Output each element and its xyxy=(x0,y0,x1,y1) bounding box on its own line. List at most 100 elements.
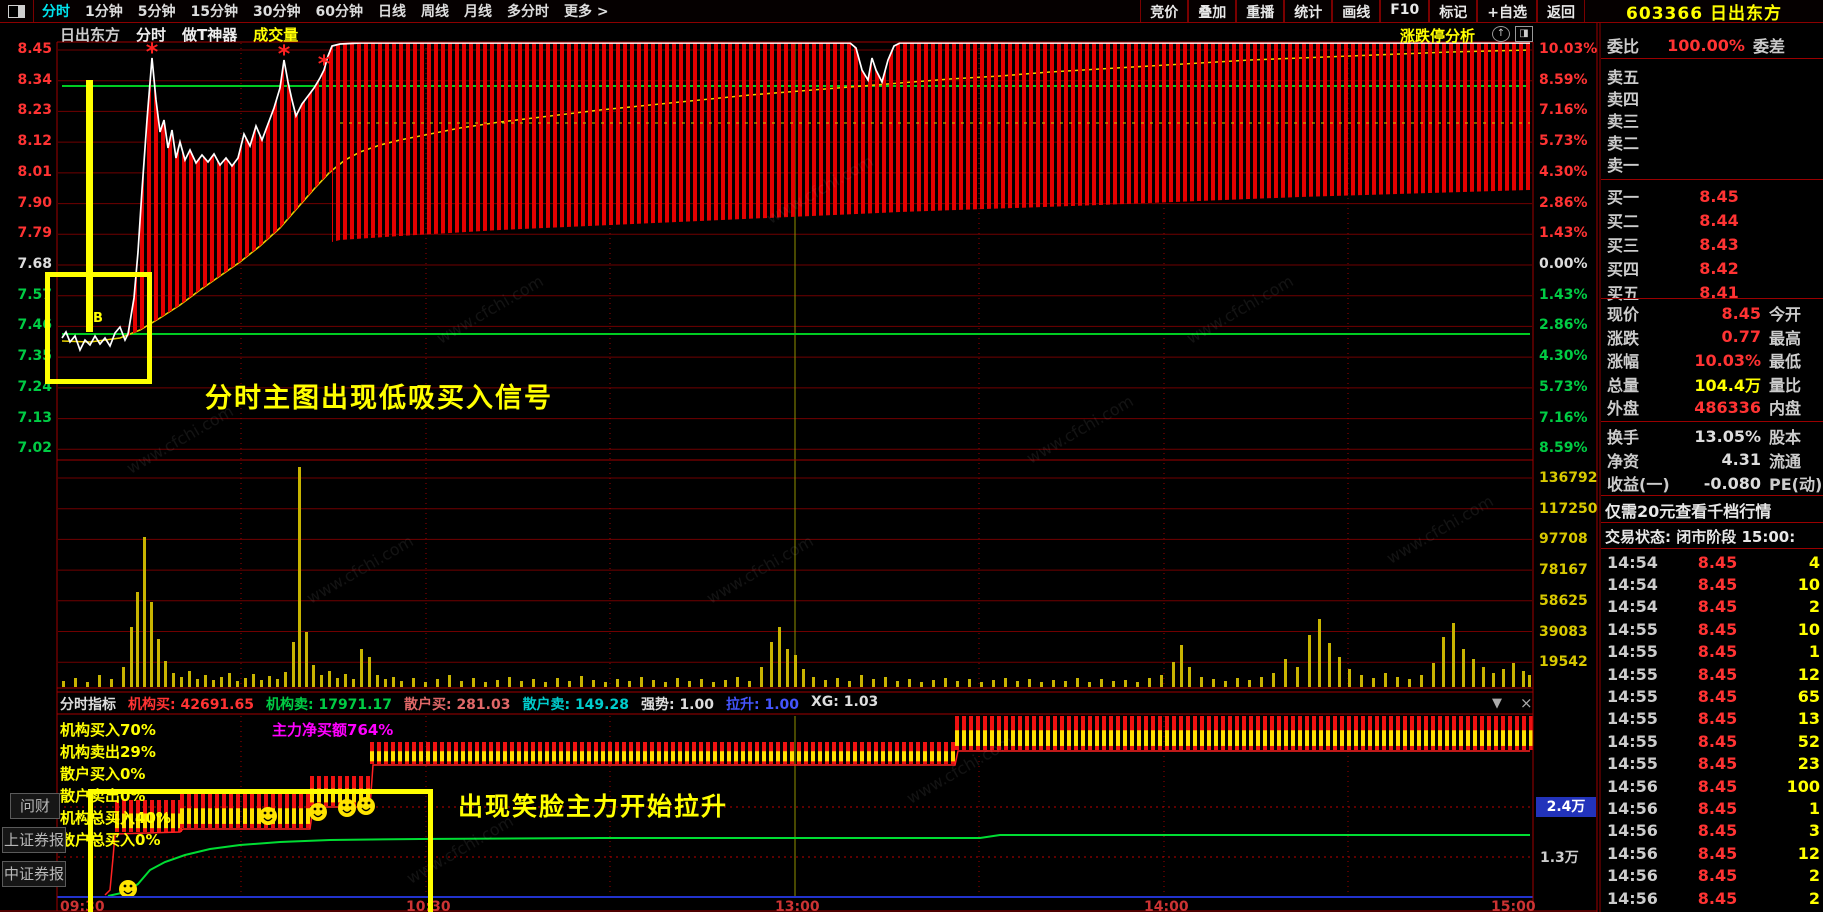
info-row: 收益(一)-0.080PE(动) xyxy=(1601,472,1823,494)
toolbar-button[interactable]: +自选 xyxy=(1477,0,1537,22)
annotation-indicator-signal: 出现笑脸主力开始拉升 xyxy=(458,787,728,823)
info-row: 现价8.45今开 xyxy=(1601,302,1823,324)
tick-row: 14:558.451 xyxy=(1601,641,1823,663)
sidebar-button[interactable]: 问财 xyxy=(10,793,60,819)
toolbar-button[interactable]: 统计 xyxy=(1284,0,1332,22)
top-menu-bar: 分时 1分钟 5分钟 15分钟 30分钟 60分钟日线周线月线多分时更多 > 竞价叠加重播… xyxy=(0,0,1823,23)
buy-level-row: 买二8.44 xyxy=(1601,209,1823,231)
panel-separator xyxy=(1601,548,1823,549)
tick-row: 14:568.452 xyxy=(1601,887,1823,909)
tick-row: 14:558.4513 xyxy=(1601,708,1823,730)
panel-separator xyxy=(1601,421,1823,422)
stock-app-window: ***B www.cfchi.comwww.cfchi.comwww.cfchi… xyxy=(0,0,1823,912)
sell-level-row: 卖五 xyxy=(1601,65,1823,87)
menu-item[interactable]: 1分钟 xyxy=(85,1,123,21)
panel-separator xyxy=(1601,298,1823,299)
menu-item[interactable]: 15分钟 xyxy=(191,1,238,21)
info-row: 涨幅10.03%最低 xyxy=(1601,349,1823,371)
annotation-main-signal: 分时主图出现低吸买入信号 xyxy=(205,376,553,415)
tick-row: 14:568.451 xyxy=(1601,797,1823,819)
tick-row: 14:558.4523 xyxy=(1601,753,1823,775)
menu-item[interactable]: 分时 xyxy=(42,1,70,21)
toolbar-button[interactable]: 叠加 xyxy=(1188,0,1236,22)
chart-header-item: 做T神器 xyxy=(182,24,237,45)
indicator-axis-label: 1.3万 xyxy=(1540,847,1579,867)
chart-header-item: 成交量 xyxy=(253,24,298,45)
trade-status-row: 交易状态: 闭市阶段 15:00: xyxy=(1601,525,1823,547)
tick-row: 14:568.4512 xyxy=(1601,842,1823,864)
info-row: 净资4.31流通 xyxy=(1601,449,1823,471)
info-row: 外盘486336内盘 xyxy=(1601,396,1823,418)
indicator-title: 分时指标 xyxy=(60,694,116,714)
buy-level-row: 买五8.41 xyxy=(1601,281,1823,303)
toolbar-button[interactable]: F10 xyxy=(1380,0,1429,22)
tick-row: 14:548.4510 xyxy=(1601,573,1823,595)
menu-item[interactable]: 月线 xyxy=(464,1,492,21)
buy-level-row: 买一8.45 xyxy=(1601,185,1823,207)
chart-header-item: 日出东方 xyxy=(60,24,120,45)
info-row: 涨跌0.77最高 xyxy=(1601,326,1823,348)
window-split-icon[interactable] xyxy=(8,5,25,18)
highlight-box-indicator xyxy=(88,789,433,912)
toolbar-button[interactable]: 重播 xyxy=(1236,0,1284,22)
chart-header: 日出东方分时做T神器成交量 xyxy=(60,24,298,45)
info-row: 换手13.05%股本 xyxy=(1601,425,1823,447)
menu-item[interactable]: 5分钟 xyxy=(138,1,176,21)
toolbar-button[interactable]: 返回 xyxy=(1537,0,1585,22)
stock-code: 603366 xyxy=(1626,4,1703,24)
indicator-field: 机构买: 42691.65 xyxy=(128,694,254,714)
menu-item[interactable]: 更多 > xyxy=(564,1,609,21)
sidebar-button[interactable]: 中证券报 xyxy=(2,861,66,887)
collapse-indicator-icon[interactable]: ▼ xyxy=(1492,696,1502,711)
indicator-header: 分时指标 机构买: 42691.65 机构卖: 17971.17 散户买: 281.… xyxy=(60,694,878,714)
promo-row: 仅需20元查看千档行情 xyxy=(1601,499,1823,521)
highlight-box-main xyxy=(45,272,152,384)
period-menu: 分时 1分钟 5分钟 15分钟 30分钟 60分钟日线周线月线多分时更多 > xyxy=(33,0,609,22)
indicator-field: 散户买: 281.03 xyxy=(404,694,511,714)
chart-header-item: 分时 xyxy=(136,24,166,45)
tick-row: 14:558.4552 xyxy=(1601,730,1823,752)
panel-separator xyxy=(1601,522,1823,523)
sell-level-row: 卖三 xyxy=(1601,109,1823,131)
toolbar-buttons: 竞价叠加重播统计画线F10标记+自选返回 xyxy=(1140,0,1585,22)
tick-row: 14:568.45100 xyxy=(1601,775,1823,797)
tick-row: 14:568.452 xyxy=(1601,865,1823,887)
toolbar-button[interactable]: 竞价 xyxy=(1140,0,1188,22)
sell-level-row: 卖一 xyxy=(1601,153,1823,175)
sell-level-row: 卖二 xyxy=(1601,131,1823,153)
tick-row: 14:558.4510 xyxy=(1601,618,1823,640)
info-row: 总量104.4万量比 xyxy=(1601,373,1823,395)
tick-row: 14:558.4512 xyxy=(1601,663,1823,685)
menu-item[interactable]: 日线 xyxy=(378,1,406,21)
sell-level-row: 卖四 xyxy=(1601,87,1823,109)
window-icon[interactable]: ◨ xyxy=(1515,26,1533,42)
stock-name: 日出东方 xyxy=(1710,4,1782,24)
indicator-axis-highlight: 2.4万 xyxy=(1536,797,1596,817)
order-book-panel: 委比100.00%委差卖五 卖四 卖三 卖二 卖一 买一8.45 买二8.44 … xyxy=(1601,22,1823,912)
toolbar-button[interactable]: 画线 xyxy=(1332,0,1380,22)
tick-row: 14:568.453 xyxy=(1601,820,1823,842)
weibi-row: 委比100.00%委差 xyxy=(1601,34,1823,56)
indicator-field: 强势: 1.00 xyxy=(641,694,714,714)
sidebar-button[interactable]: 上证券报 xyxy=(2,827,66,853)
indicator-field: 机构卖: 17971.17 xyxy=(266,694,392,714)
toolbar-button[interactable]: 标记 xyxy=(1429,0,1477,22)
menu-item[interactable]: 多分时 xyxy=(507,1,549,21)
panel-separator xyxy=(1601,179,1823,180)
menu-item[interactable]: 周线 xyxy=(421,1,449,21)
indicator-field: 拉升: 1.00 xyxy=(726,694,799,714)
tick-row: 14:548.452 xyxy=(1601,596,1823,618)
main-net-buy-label: 主力净买额764% xyxy=(272,719,393,740)
indicator-field: 散户卖: 149.28 xyxy=(522,694,629,714)
indicator-field: XG: 1.03 xyxy=(811,694,878,714)
close-indicator-icon[interactable]: × xyxy=(1520,694,1533,712)
timeshare-chart: ***B xyxy=(0,0,1823,912)
menu-item[interactable]: 30分钟 xyxy=(253,1,300,21)
stock-label: 603366 日出东方 xyxy=(1585,0,1823,24)
limit-analysis-tab[interactable]: 涨跌停分析 xyxy=(1400,25,1475,46)
menu-item[interactable]: 60分钟 xyxy=(315,1,362,21)
buy-level-row: 买四8.42 xyxy=(1601,257,1823,279)
up-circle-icon[interactable]: ↑ xyxy=(1492,26,1510,42)
panel-separator xyxy=(1601,58,1823,59)
buy-level-row: 买三8.43 xyxy=(1601,233,1823,255)
